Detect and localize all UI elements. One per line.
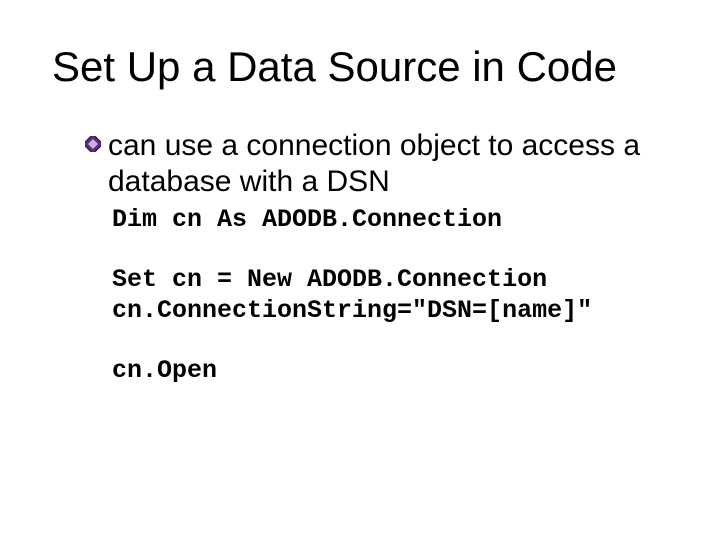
bullet-text: can use a connection object to access a … [108, 128, 668, 199]
slide-body: can use a connection object to access a … [52, 128, 668, 387]
slide-title: Set Up a Data Source in Code [52, 44, 668, 90]
bullet-item: can use a connection object to access a … [86, 128, 668, 199]
code-blank-line [112, 235, 668, 265]
code-line: Set cn = New ADODB.Connection [112, 265, 668, 296]
code-block: Dim cn As ADODB.Connection Set cn = New … [112, 205, 668, 387]
code-line: cn.Open [112, 356, 668, 387]
slide: Set Up a Data Source in Code can use a c… [0, 0, 720, 540]
code-blank-line [112, 326, 668, 356]
diamond-bullet-icon [85, 136, 101, 152]
code-line: Dim cn As ADODB.Connection [112, 205, 668, 236]
code-line: cn.ConnectionString="DSN=[name]" [112, 296, 668, 327]
